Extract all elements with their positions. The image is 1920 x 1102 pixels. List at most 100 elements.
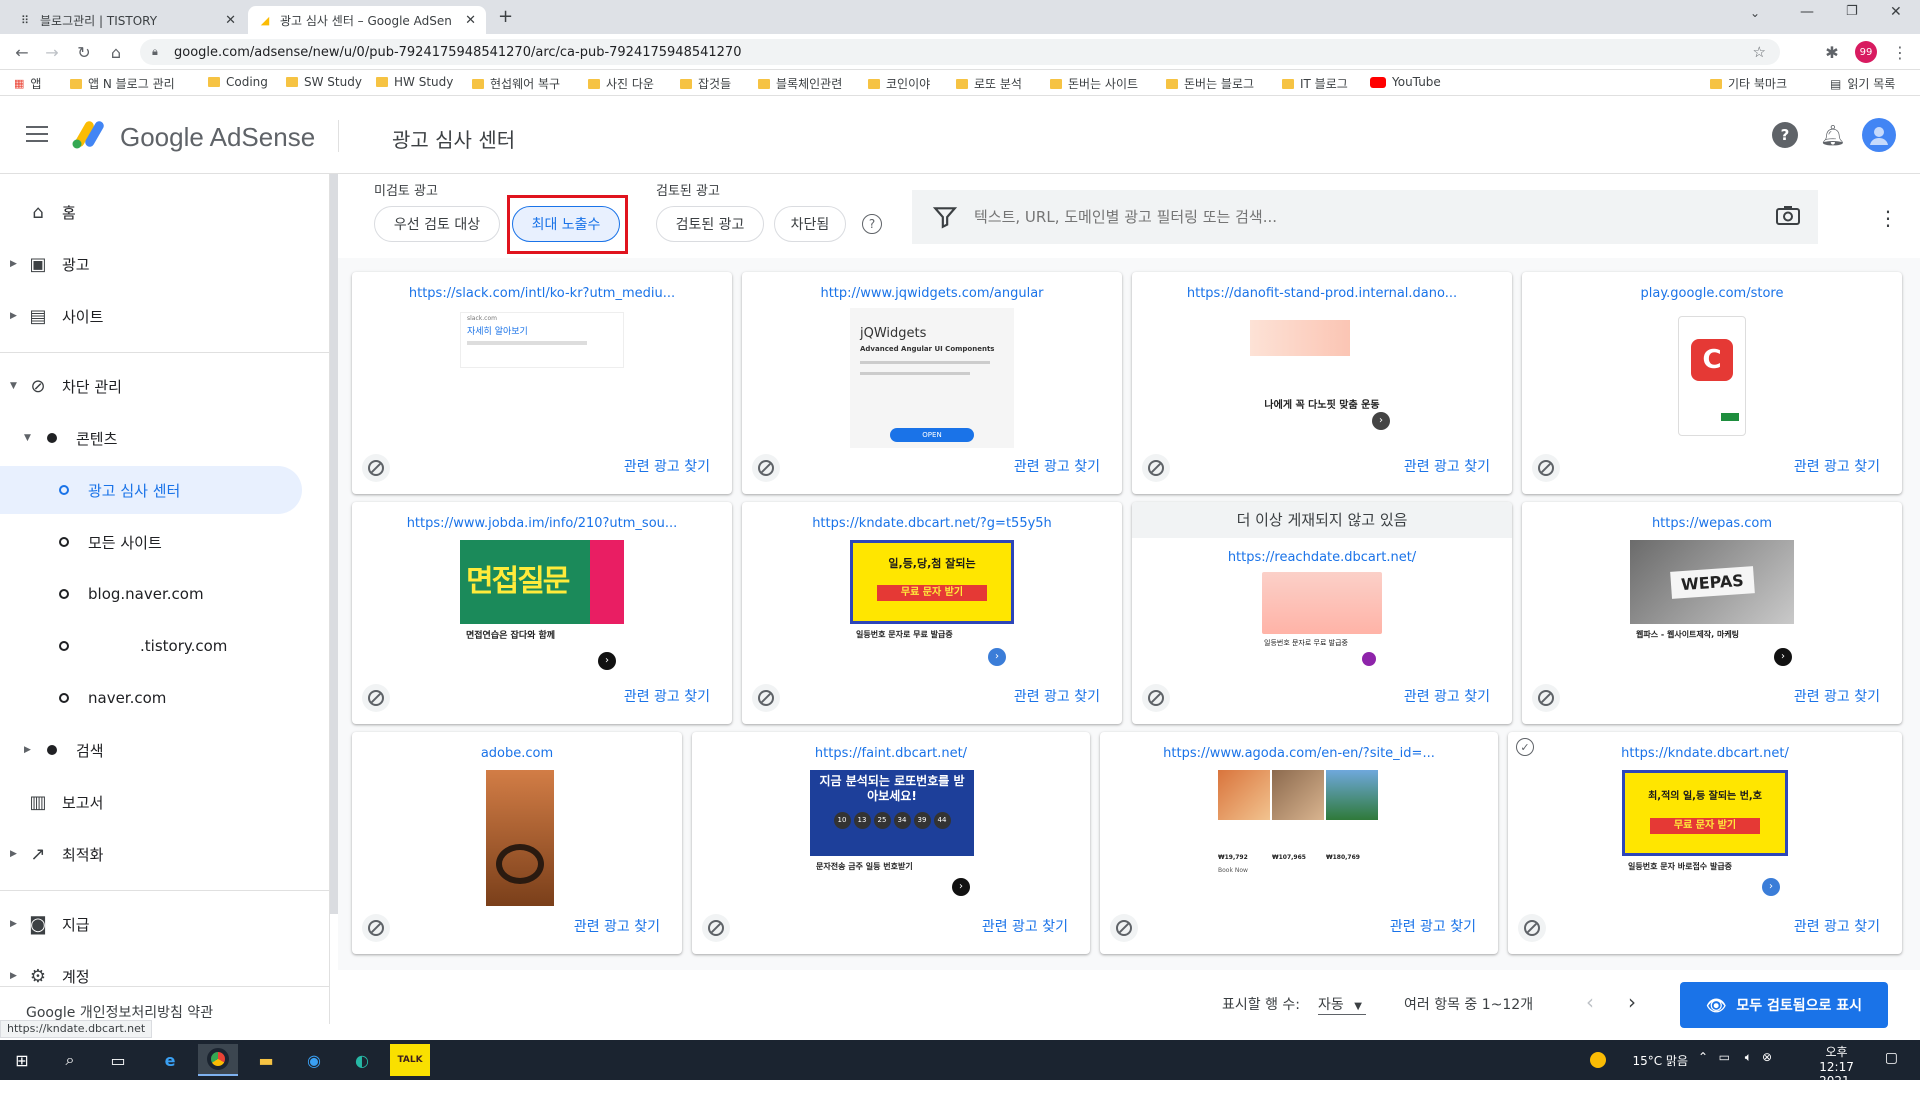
find-related-ads-link[interactable]: 관련 광고 찾기	[1014, 686, 1100, 706]
chip-reviewed-ads[interactable]: 검토된 광고	[656, 206, 764, 242]
ad-card[interactable]: https://www.jobda.im/info/210?utm_sou...…	[352, 502, 732, 724]
ad-url-link[interactable]: https://www.agoda.com/en-en/?site_id=...	[1110, 746, 1488, 761]
volume-icon[interactable]: 🔈︎	[1745, 1050, 1752, 1065]
block-ad-button[interactable]	[1532, 454, 1560, 482]
collapse-caret-icon[interactable]: ▼	[24, 433, 31, 443]
sidebar-item-payments[interactable]: ▶ ◙ 지급	[0, 900, 320, 948]
ad-card[interactable]: http://www.jqwidgets.com/angular jQWidge…	[742, 272, 1122, 494]
restore-icon[interactable]: ❐	[1846, 4, 1858, 19]
ad-card[interactable]: ✓ https://kndate.dbcart.net/ 최,적의 일,등 잘되…	[1508, 732, 1902, 954]
ad-url-link[interactable]: https://faint.dbcart.net/	[702, 746, 1080, 761]
close-circle-icon[interactable]: ⊗	[1762, 1050, 1772, 1064]
sidebar-item-account[interactable]: ▶ ⚙ 계정	[0, 952, 320, 1000]
bookmark-folder[interactable]: SW Study	[286, 75, 362, 89]
search-icon[interactable]: ⌕	[50, 1044, 90, 1076]
ad-card[interactable]: https://slack.com/intl/ko-kr?utm_mediu..…	[352, 272, 732, 494]
ad-url-link[interactable]: https://kndate.dbcart.net/	[1518, 746, 1892, 761]
bookmark-folder[interactable]: HW Study	[376, 75, 453, 89]
prev-page-icon[interactable]: ‹	[1586, 990, 1594, 1014]
find-related-ads-link[interactable]: 관련 광고 찾기	[574, 916, 660, 936]
find-related-ads-link[interactable]: 관련 광고 찾기	[982, 916, 1068, 936]
sidebar-item-content[interactable]: ▼ 콘텐츠	[0, 414, 320, 462]
block-ad-button[interactable]	[362, 914, 390, 942]
chrome-menu-icon[interactable]: ⋮	[1890, 42, 1910, 62]
collapse-caret-icon[interactable]: ▼	[10, 381, 17, 391]
mark-all-reviewed-button[interactable]: 👁︎ 모두 검토됨으로 표시	[1680, 982, 1888, 1028]
ad-url-link[interactable]: play.google.com/store	[1532, 286, 1892, 301]
block-ad-button[interactable]	[1142, 684, 1170, 712]
find-related-ads-link[interactable]: 관련 광고 찾기	[1794, 916, 1880, 936]
bookmark-folder[interactable]: Coding	[208, 75, 268, 89]
more-options-icon[interactable]: ⋮	[1878, 206, 1898, 230]
block-ad-button[interactable]	[362, 454, 390, 482]
reload-icon[interactable]: ↻	[74, 42, 94, 62]
find-related-ads-link[interactable]: 관련 광고 찾기	[1404, 686, 1490, 706]
close-window-icon[interactable]: ✕	[1890, 4, 1902, 20]
next-page-icon[interactable]: ›	[1628, 990, 1636, 1014]
bookmark-other[interactable]: 기타 북마크	[1710, 75, 1787, 92]
find-related-ads-link[interactable]: 관련 광고 찾기	[1404, 456, 1490, 476]
find-related-ads-link[interactable]: 관련 광고 찾기	[1794, 686, 1880, 706]
ad-card[interactable]: https://danofit-stand-prod.internal.dano…	[1132, 272, 1512, 494]
ad-url-link[interactable]: http://www.jqwidgets.com/angular	[752, 286, 1112, 301]
sidebar-item-blocking[interactable]: ▼ ⊘ 차단 관리	[0, 362, 320, 410]
bookmark-folder[interactable]: 잡것들	[680, 75, 731, 92]
hamburger-menu-icon[interactable]	[26, 126, 48, 144]
filter-search-input[interactable]	[974, 204, 1734, 230]
block-ad-button[interactable]	[1518, 914, 1546, 942]
sidebar-item-blog-naver[interactable]: blog.naver.com	[0, 570, 320, 618]
screenshot-camera-icon[interactable]	[1776, 205, 1800, 225]
block-ad-button[interactable]	[702, 914, 730, 942]
bookmark-youtube[interactable]: YouTube	[1370, 75, 1441, 89]
sidebar-item-ad-review-center[interactable]: 광고 심사 센터	[0, 466, 302, 514]
clock[interactable]: 오후 12:17 2021-10-22	[1819, 1043, 1854, 1102]
sidebar-item-ads[interactable]: ▶ ▣ 광고	[0, 240, 320, 288]
ad-url-link[interactable]: https://danofit-stand-prod.internal.dano…	[1142, 286, 1502, 301]
sidebar-item-reports[interactable]: ▥ 보고서	[0, 778, 320, 826]
block-ad-button[interactable]	[1142, 454, 1170, 482]
account-avatar[interactable]	[1862, 118, 1896, 152]
ad-url-link[interactable]: https://reachdate.dbcart.net/	[1142, 550, 1502, 565]
bookmark-folder[interactable]: IT 블로그	[1282, 75, 1348, 92]
bookmark-folder[interactable]: 코인이야	[868, 75, 930, 92]
browser-tab-tistory[interactable]: ⠿ 블로그관리 | TISTORY ✕	[8, 6, 246, 34]
back-arrow-icon[interactable]: ←	[12, 42, 32, 62]
bookmark-folder[interactable]: 사진 다운	[588, 75, 654, 92]
ad-card[interactable]: https://kndate.dbcart.net/?g=t55y5h 일,등,…	[742, 502, 1122, 724]
ie-icon[interactable]: e	[150, 1044, 190, 1076]
ad-card[interactable]: 더 이상 게재되지 않고 있음 https://reachdate.dbcart…	[1132, 502, 1512, 724]
bookmark-star-icon[interactable]: ☆	[1753, 43, 1766, 61]
notifications-bell-icon[interactable]: 🔔︎	[1820, 122, 1846, 148]
help-icon[interactable]: ?	[1772, 122, 1798, 148]
sidebar-item-optimization[interactable]: ▶ ↗ 최적화	[0, 830, 320, 878]
weather-text[interactable]: 15°C 맑음	[1632, 1052, 1688, 1069]
bookmark-folder[interactable]: 로또 분석	[956, 75, 1022, 92]
find-related-ads-link[interactable]: 관련 광고 찾기	[1390, 916, 1476, 936]
chip-blocked[interactable]: 차단됨	[774, 206, 846, 242]
browser-tab-adsense[interactable]: ◢ 광고 심사 센터 – Google AdSen ✕	[248, 6, 486, 34]
reading-list[interactable]: ▤ 읽기 목록	[1830, 75, 1895, 92]
sidebar-scrollbar[interactable]	[330, 174, 338, 914]
bookmark-folder[interactable]: 돈버는 블로그	[1166, 75, 1254, 92]
block-ad-button[interactable]	[752, 454, 780, 482]
find-related-ads-link[interactable]: 관련 광고 찾기	[624, 456, 710, 476]
expand-caret-icon[interactable]: ▶	[10, 919, 17, 929]
bookmark-folder[interactable]: 현섭웨어 복구	[472, 75, 560, 92]
ad-url-link[interactable]: https://slack.com/intl/ko-kr?utm_mediu..…	[362, 286, 722, 301]
expand-caret-icon[interactable]: ▶	[10, 311, 17, 321]
block-ad-button[interactable]	[1110, 914, 1138, 942]
chip-priority-review[interactable]: 우선 검토 대상	[374, 206, 500, 242]
network-icon[interactable]: ▭	[1719, 1050, 1730, 1064]
ad-url-link[interactable]: adobe.com	[362, 746, 672, 761]
bookmark-folder[interactable]: 앱 N 블로그 관리	[70, 75, 175, 92]
remote-desktop-icon[interactable]: ◉	[294, 1044, 334, 1076]
sidebar-item-all-sites[interactable]: 모든 사이트	[0, 518, 320, 566]
ad-card[interactable]: https://wepas.com WEPAS 웹파스 - 웹사이트제작, 마케…	[1522, 502, 1902, 724]
minimize-icon[interactable]: —	[1800, 4, 1814, 20]
sidebar-item-search[interactable]: ▶ 검색	[0, 726, 320, 774]
ad-card[interactable]: adobe.com 관련 광고 찾기	[352, 732, 682, 954]
ad-url-link[interactable]: https://www.jobda.im/info/210?utm_sou...	[362, 516, 722, 531]
block-ad-button[interactable]	[362, 684, 390, 712]
ad-card[interactable]: https://www.agoda.com/en-en/?site_id=...…	[1100, 732, 1498, 954]
kakaotalk-icon[interactable]: TALK	[390, 1044, 430, 1076]
